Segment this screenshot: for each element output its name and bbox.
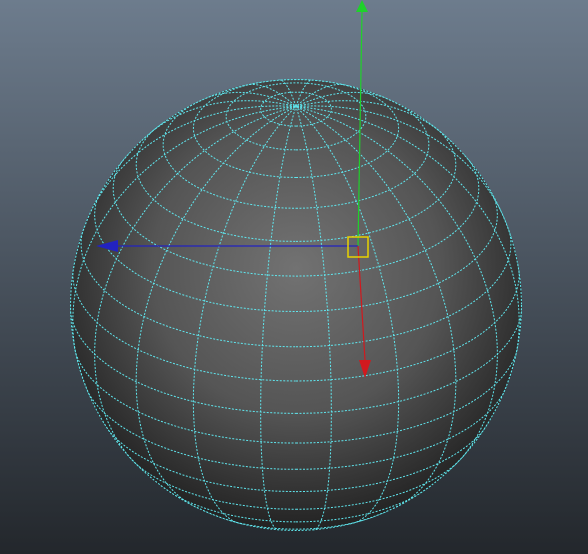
sphere-object[interactable] bbox=[70, 79, 522, 531]
viewport-canvas[interactable] bbox=[0, 0, 588, 554]
sphere-surface[interactable] bbox=[70, 79, 522, 531]
3d-viewport[interactable] bbox=[0, 0, 588, 554]
